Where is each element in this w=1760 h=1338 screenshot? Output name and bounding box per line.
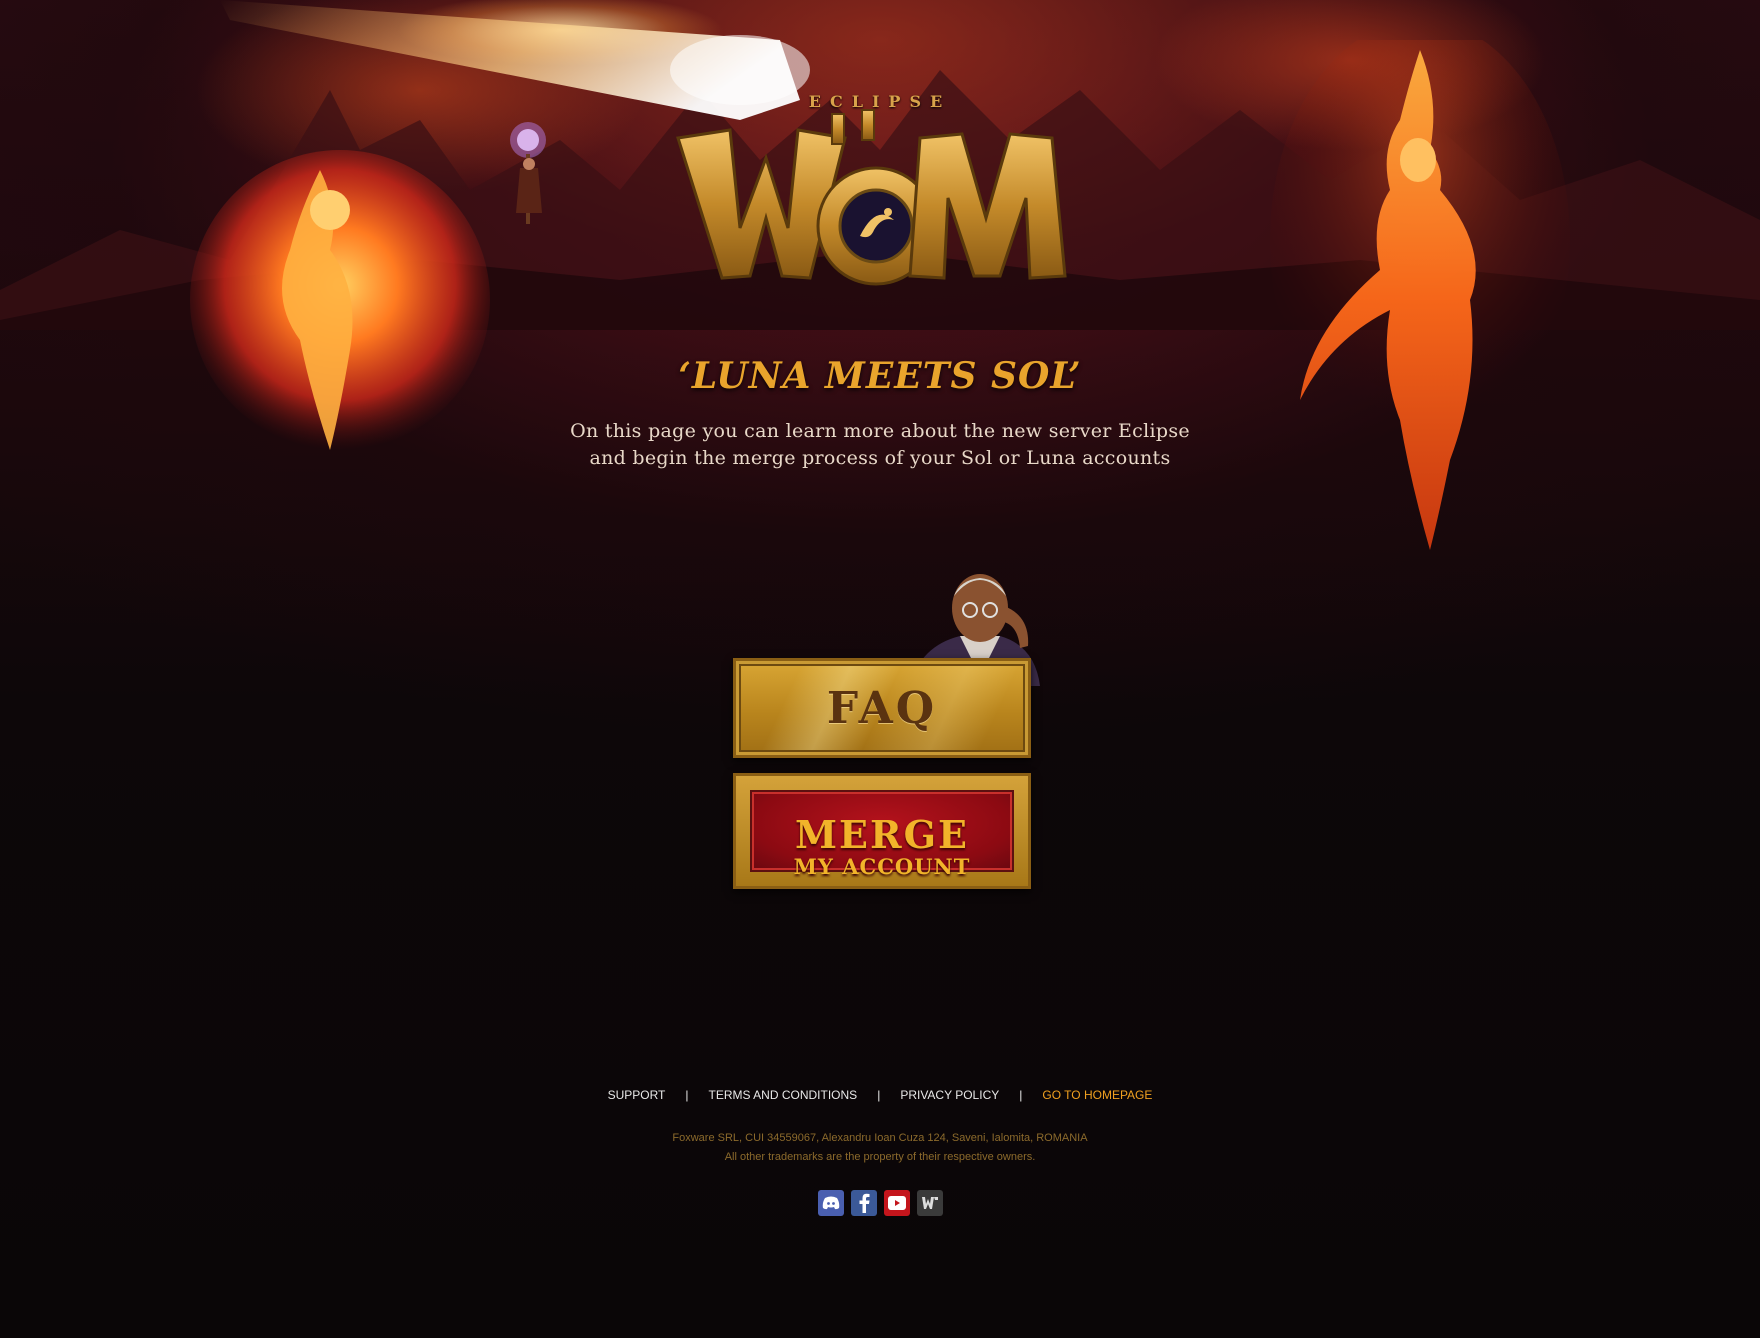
legal-text: Foxware SRL, CUI 34559067, Alexandru Ioa…	[480, 1129, 1280, 1167]
intro-line-1: On this page you can learn more about th…	[570, 420, 1190, 442]
faq-button[interactable]: FAQ	[733, 658, 1031, 758]
footer-link-homepage[interactable]: GO TO HOMEPAGE	[1042, 1088, 1152, 1102]
landing-page: ECLIPSE ‘LUNA MEETS SOL’ On this page yo…	[0, 0, 1760, 1338]
facebook-icon[interactable]	[851, 1190, 877, 1216]
merge-account-button[interactable]: MERGE MY ACCOUNT	[733, 773, 1031, 889]
discord-icon[interactable]	[818, 1190, 844, 1216]
merge-button-panel: MERGE MY ACCOUNT	[750, 790, 1014, 879]
footer-link-privacy[interactable]: PRIVACY POLICY	[900, 1088, 999, 1102]
legal-company-line: Foxware SRL, CUI 34559067, Alexandru Ioa…	[672, 1132, 1088, 1144]
faq-button-label: FAQ	[826, 683, 938, 734]
youtube-icon[interactable]	[884, 1190, 910, 1216]
wom-wordmark	[676, 109, 1067, 286]
footer-link-terms[interactable]: TERMS AND CONDITIONS	[709, 1088, 858, 1102]
wom-icon[interactable]	[917, 1190, 943, 1216]
intro-line-2: and begin the merge process of your Sol …	[589, 447, 1171, 469]
page-headline: ‘LUNA MEETS SOL’	[678, 355, 1082, 397]
legal-trademark-line: All other trademarks are the property of…	[724, 1151, 1036, 1163]
merge-button-label: MERGE	[794, 812, 970, 857]
fire-elemental-right	[1270, 40, 1570, 550]
fire-elemental-left	[190, 150, 490, 450]
footer-link-support[interactable]: SUPPORT	[608, 1088, 666, 1102]
social-links	[818, 1190, 948, 1216]
footer-separator: |	[1019, 1088, 1023, 1102]
merge-button-sublabel: MY ACCOUNT	[793, 854, 971, 879]
wom-logo[interactable]: ECLIPSE	[670, 88, 1090, 298]
footer-separator: |	[877, 1088, 881, 1102]
footer-nav: SUPPORT | TERMS AND CONDITIONS | PRIVACY…	[580, 1085, 1180, 1105]
footer-separator: |	[685, 1088, 689, 1102]
intro-text: On this page you can learn more about th…	[480, 418, 1280, 472]
